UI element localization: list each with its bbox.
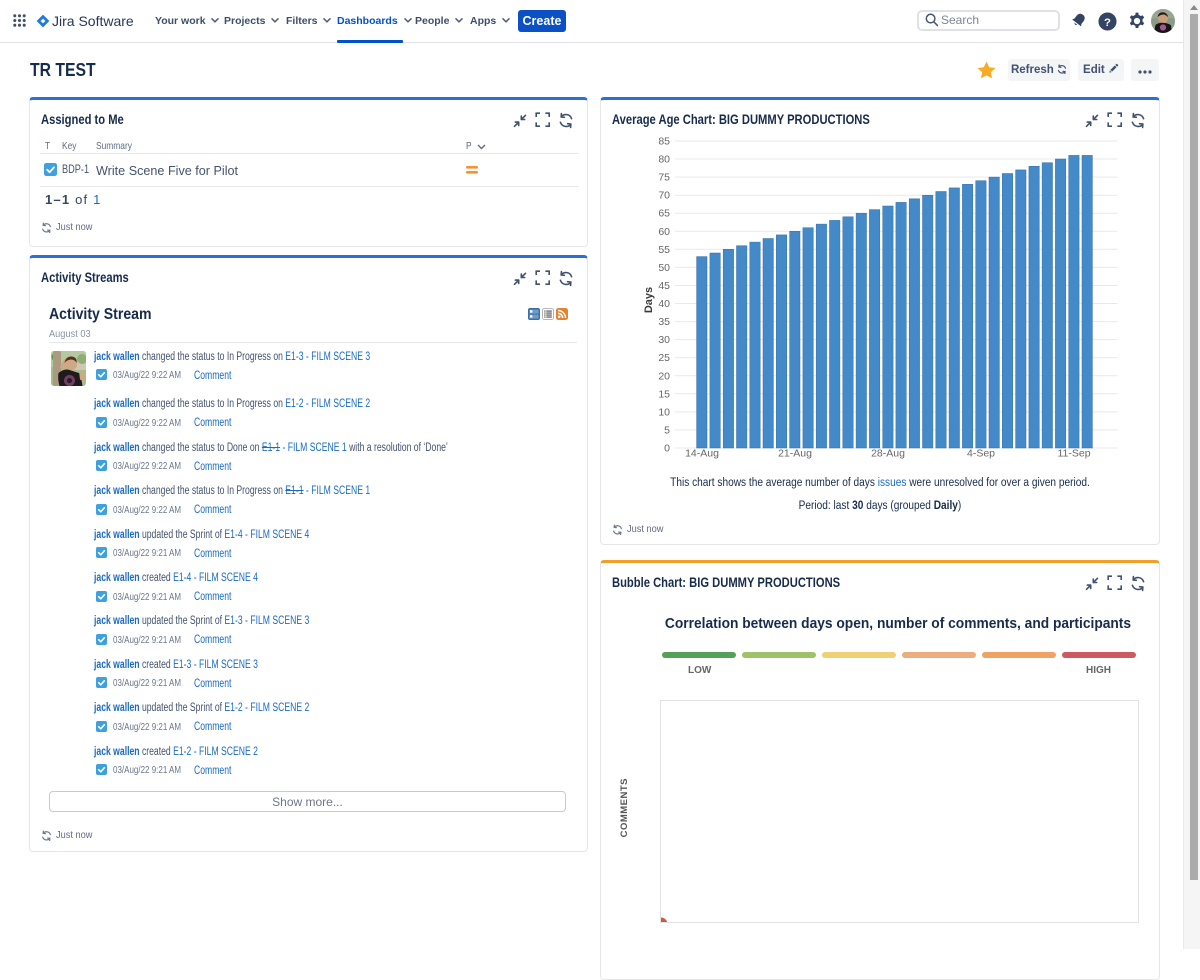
svg-text:21-Aug: 21-Aug	[778, 448, 812, 460]
svg-text:10: 10	[658, 406, 670, 418]
svg-text:60: 60	[658, 226, 670, 238]
svg-text:85: 85	[658, 136, 670, 148]
svg-text:5: 5	[664, 424, 670, 436]
svg-text:55: 55	[658, 244, 670, 256]
svg-text:14-Aug: 14-Aug	[685, 448, 719, 460]
svg-text:65: 65	[658, 208, 670, 220]
svg-text:80: 80	[658, 154, 670, 166]
svg-text:35: 35	[658, 316, 670, 328]
svg-text:?: ?	[1104, 17, 1111, 29]
svg-text:15: 15	[658, 388, 670, 400]
svg-text:11-Sep: 11-Sep	[1057, 448, 1090, 460]
svg-text:70: 70	[658, 190, 670, 202]
svg-text:Days: Days	[643, 287, 655, 313]
svg-text:50: 50	[658, 262, 670, 274]
svg-text:20: 20	[658, 370, 670, 382]
svg-text:25: 25	[658, 352, 670, 364]
svg-text:75: 75	[658, 172, 670, 184]
svg-text:28-Aug: 28-Aug	[871, 448, 905, 460]
svg-text:0: 0	[664, 443, 670, 455]
svg-text:4-Sep: 4-Sep	[967, 448, 995, 460]
svg-text:30: 30	[658, 334, 670, 346]
svg-text:40: 40	[658, 298, 670, 310]
svg-text:45: 45	[658, 280, 670, 292]
